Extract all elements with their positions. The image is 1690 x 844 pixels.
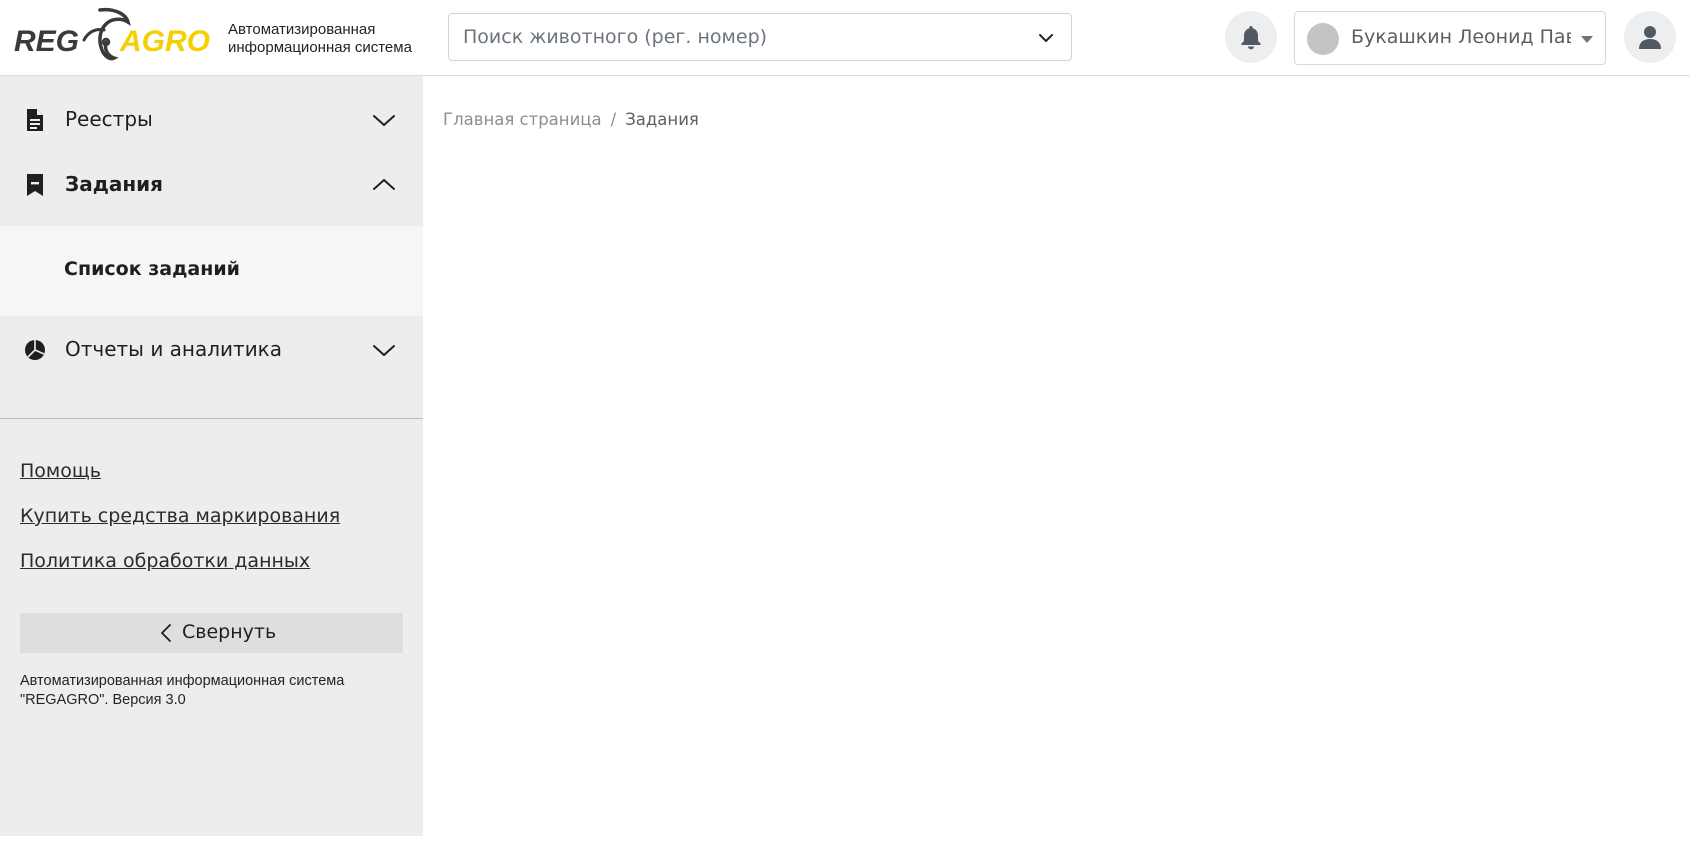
- sidebar-item-label: Задания: [65, 172, 164, 196]
- sidebar-item-label: Реестры: [65, 107, 153, 131]
- chevron-left-icon: [161, 624, 171, 642]
- animal-search-input[interactable]: [463, 14, 1023, 60]
- breadcrumb-separator: /: [610, 110, 617, 129]
- chevron-up-icon: [373, 179, 395, 190]
- buy-marking-link[interactable]: Купить средства маркирования: [20, 505, 340, 527]
- app-header: REG AGRO Автоматизированная информационн…: [0, 0, 1690, 76]
- sidebar-subitem-task-list[interactable]: Список заданий: [64, 258, 240, 280]
- collapse-sidebar-button[interactable]: Свернуть: [20, 613, 403, 653]
- user-menu-dropdown[interactable]: Букашкин Леонид Павло: [1294, 11, 1606, 65]
- help-link[interactable]: Помощь: [20, 460, 101, 482]
- subtitle-line-2: информационная система: [228, 39, 412, 56]
- logo-text-agro: AGRO: [119, 25, 210, 58]
- sidebar-item-registries[interactable]: Реестры: [0, 90, 423, 150]
- sidebar-item-label: Отчеты и аналитика: [65, 337, 283, 361]
- bottom-strip: [0, 836, 1690, 844]
- logo-text-reg: REG: [14, 25, 79, 58]
- version-line-2: "REGAGRO". Версия 3.0: [20, 692, 186, 708]
- collapse-label: Свернуть: [182, 621, 277, 643]
- chevron-down-icon[interactable]: [1037, 29, 1055, 47]
- avatar: [1307, 23, 1339, 55]
- sidebar-item-reports[interactable]: Отчеты и аналитика: [0, 320, 423, 380]
- user-name: Букашкин Леонид Павло: [1351, 26, 1571, 48]
- bookmark-icon: [27, 174, 43, 196]
- breadcrumb: Главная страница / Задания: [443, 110, 699, 129]
- notifications-button[interactable]: [1225, 11, 1277, 63]
- sidebar-divider: [0, 418, 423, 419]
- tasks-submenu: Список заданий: [0, 226, 423, 316]
- sidebar: Реестры Задания Список заданий Отчеты и …: [0, 76, 423, 836]
- subtitle-line-1: Автоматизированная: [228, 21, 376, 38]
- privacy-policy-link[interactable]: Политика обработки данных: [20, 550, 310, 572]
- caret-down-icon: [1581, 36, 1593, 43]
- user-icon: [1639, 26, 1661, 49]
- regagro-logo[interactable]: REG AGRO: [14, 6, 210, 66]
- logo-graphic: REG AGRO: [14, 7, 210, 61]
- pie-chart-icon: [25, 340, 45, 360]
- breadcrumb-home[interactable]: Главная страница: [443, 110, 602, 129]
- system-subtitle: Автоматизированная информационная систем…: [228, 21, 428, 57]
- chevron-down-icon: [373, 345, 395, 356]
- bell-icon: [1241, 26, 1261, 50]
- sidebar-item-tasks[interactable]: Задания: [0, 155, 423, 215]
- version-line-1: Автоматизированная информационная систем…: [20, 673, 345, 689]
- breadcrumb-current: Задания: [625, 110, 699, 129]
- version-info: Автоматизированная информационная систем…: [20, 672, 400, 710]
- document-icon: [27, 109, 43, 131]
- chevron-down-icon: [373, 115, 395, 126]
- profile-button[interactable]: [1624, 11, 1676, 63]
- animal-search[interactable]: [448, 13, 1072, 61]
